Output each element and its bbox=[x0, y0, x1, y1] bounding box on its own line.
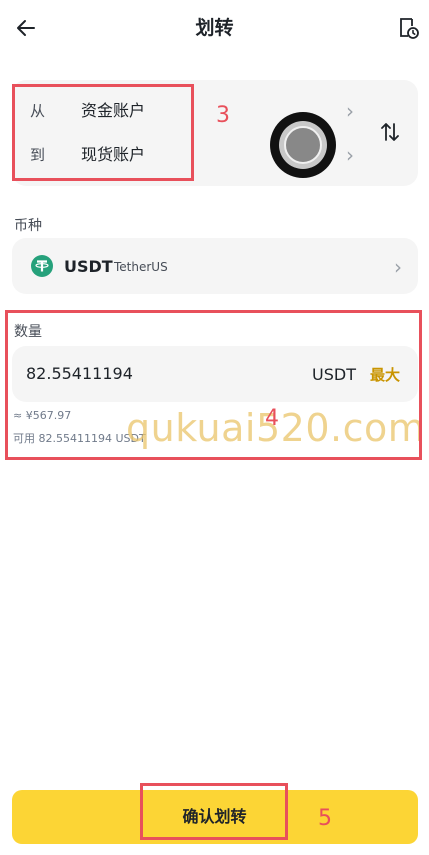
assistive-touch-button[interactable] bbox=[270, 112, 336, 178]
usdt-coin-icon bbox=[31, 255, 53, 277]
annotation-box-step5 bbox=[140, 783, 288, 840]
coin-full-name: TetherUS bbox=[114, 260, 168, 274]
page-title: 划转 bbox=[195, 17, 234, 39]
annotation-box-step3 bbox=[12, 84, 194, 181]
swap-vertical-icon[interactable] bbox=[380, 120, 400, 144]
annotation-step4: 4 bbox=[265, 406, 279, 431]
annotation-step3: 3 bbox=[216, 103, 230, 128]
coin-chevron-right-icon[interactable]: › bbox=[394, 256, 402, 278]
to-chevron-right-icon[interactable]: › bbox=[346, 144, 354, 166]
from-chevron-right-icon[interactable]: › bbox=[346, 100, 354, 122]
assistive-touch-core bbox=[284, 126, 322, 164]
annotation-box-step4 bbox=[5, 310, 422, 460]
coin-symbol: USDT bbox=[64, 257, 113, 276]
tether-logo-icon bbox=[35, 260, 49, 272]
history-record-icon[interactable] bbox=[396, 16, 420, 40]
coin-section-label: 币种 bbox=[14, 218, 42, 234]
annotation-step5: 5 bbox=[318, 806, 332, 831]
